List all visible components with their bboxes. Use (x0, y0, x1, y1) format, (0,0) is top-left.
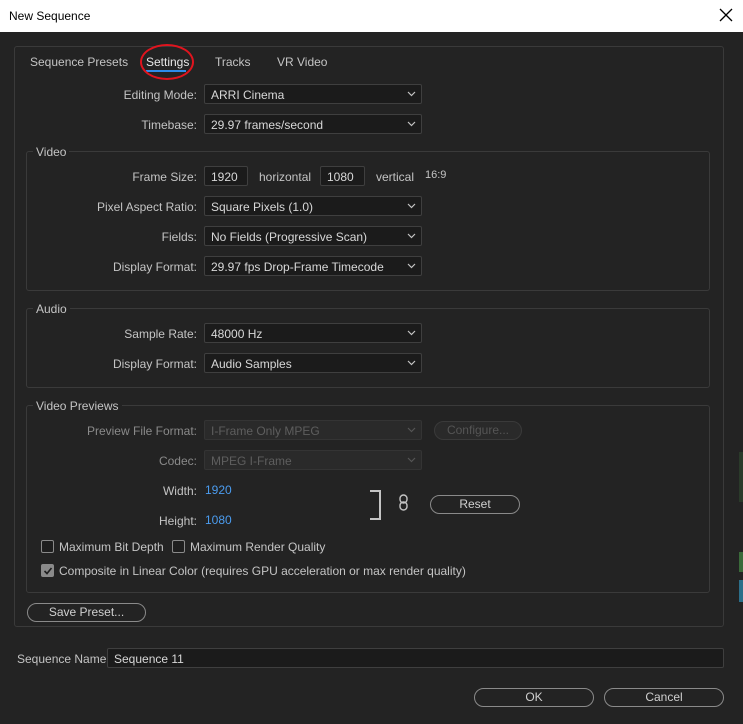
audio-group (26, 308, 710, 388)
codec-label: Codec: (158, 454, 197, 468)
frame-width-field[interactable]: 1920 (204, 166, 248, 186)
preview-file-format-value: I-Frame Only MPEG (211, 424, 320, 438)
chevron-down-icon (407, 263, 416, 269)
editing-mode-value: ARRI Cinema (211, 88, 285, 102)
audio-group-title: Audio (33, 302, 70, 316)
link-icon[interactable] (398, 494, 409, 512)
timebase-value: 29.97 frames/second (211, 118, 324, 132)
new-sequence-dialog: Sequence Presets Settings Tracks VR Vide… (0, 32, 743, 724)
tab-sequence-presets[interactable]: Sequence Presets (30, 55, 128, 69)
sequence-name-label: Sequence Name: (17, 652, 110, 666)
audio-display-format-select[interactable]: Audio Samples (204, 353, 422, 373)
chevron-down-icon (407, 360, 416, 366)
window-title: New Sequence (9, 9, 91, 23)
fields-label: Fields: (161, 230, 197, 244)
highlight-circle-annotation (140, 44, 194, 80)
sample-rate-label: Sample Rate: (124, 327, 197, 341)
aspect-ratio-text: 16:9 (425, 169, 447, 181)
editing-mode-select[interactable]: ARRI Cinema (204, 84, 422, 104)
chevron-down-icon (407, 427, 416, 433)
max-bit-depth-label: Maximum Bit Depth (59, 540, 164, 554)
video-display-format-label: Display Format: (112, 260, 197, 274)
max-render-quality-label: Maximum Render Quality (190, 540, 326, 554)
preview-height-label: Height: (158, 514, 197, 528)
title-bar: New Sequence (0, 0, 743, 32)
background-app-strip (739, 452, 743, 502)
reset-button[interactable]: Reset (430, 495, 520, 514)
max-bit-depth-checkbox[interactable] (41, 540, 54, 553)
cancel-button[interactable]: Cancel (604, 688, 724, 707)
tab-vr-video[interactable]: VR Video (277, 55, 327, 69)
ok-button[interactable]: OK (474, 688, 594, 707)
configure-button: Configure... (434, 421, 522, 440)
video-display-format-select[interactable]: 29.97 fps Drop-Frame Timecode (204, 256, 422, 276)
frame-height-field[interactable]: 1080 (320, 166, 365, 186)
video-previews-group-title: Video Previews (33, 399, 122, 413)
tab-tracks[interactable]: Tracks (215, 55, 251, 69)
chevron-down-icon (407, 233, 416, 239)
chevron-down-icon (407, 457, 416, 463)
close-icon[interactable] (717, 6, 735, 24)
preview-file-format-select: I-Frame Only MPEG (204, 420, 422, 440)
horizontal-label: horizontal (259, 170, 312, 184)
save-preset-button[interactable]: Save Preset... (27, 603, 146, 622)
pixel-aspect-ratio-label: Pixel Aspect Ratio: (96, 200, 197, 214)
chevron-down-icon (407, 330, 416, 336)
preview-file-format-label: Preview File Format: (86, 424, 197, 438)
max-render-quality-checkbox[interactable] (172, 540, 185, 553)
frame-size-label: Frame Size: (132, 170, 197, 184)
checkmark-icon (43, 567, 53, 575)
codec-select: MPEG I-Frame (204, 450, 422, 470)
sample-rate-select[interactable]: 48000 Hz (204, 323, 422, 343)
sample-rate-value: 48000 Hz (211, 327, 263, 341)
sequence-name-field[interactable]: Sequence 11 (107, 648, 724, 668)
audio-display-format-label: Display Format: (112, 357, 197, 371)
vertical-label: vertical (376, 170, 415, 184)
background-app-strip (739, 580, 743, 602)
editing-mode-label: Editing Mode: (123, 88, 197, 102)
preview-width-label: Width: (162, 484, 197, 498)
timebase-select[interactable]: 29.97 frames/second (204, 114, 422, 134)
dimension-link-bracket (370, 490, 381, 520)
preview-height-value[interactable]: 1080 (205, 513, 232, 527)
audio-display-format-value: Audio Samples (211, 357, 292, 371)
codec-value: MPEG I-Frame (211, 454, 292, 468)
fields-value: No Fields (Progressive Scan) (211, 230, 368, 244)
fields-select[interactable]: No Fields (Progressive Scan) (204, 226, 422, 246)
pixel-aspect-ratio-select[interactable]: Square Pixels (1.0) (204, 196, 422, 216)
chevron-down-icon (407, 91, 416, 97)
composite-linear-label: Composite in Linear Color (requires GPU … (59, 564, 466, 578)
video-group-title: Video (33, 145, 70, 159)
pixel-aspect-ratio-value: Square Pixels (1.0) (211, 200, 314, 214)
video-display-format-value: 29.97 fps Drop-Frame Timecode (211, 260, 384, 274)
preview-width-value[interactable]: 1920 (205, 483, 232, 497)
chevron-down-icon (407, 121, 416, 127)
composite-linear-checkbox[interactable] (41, 564, 54, 577)
chevron-down-icon (407, 203, 416, 209)
timebase-label: Timebase: (141, 118, 197, 132)
background-app-strip (739, 552, 743, 572)
